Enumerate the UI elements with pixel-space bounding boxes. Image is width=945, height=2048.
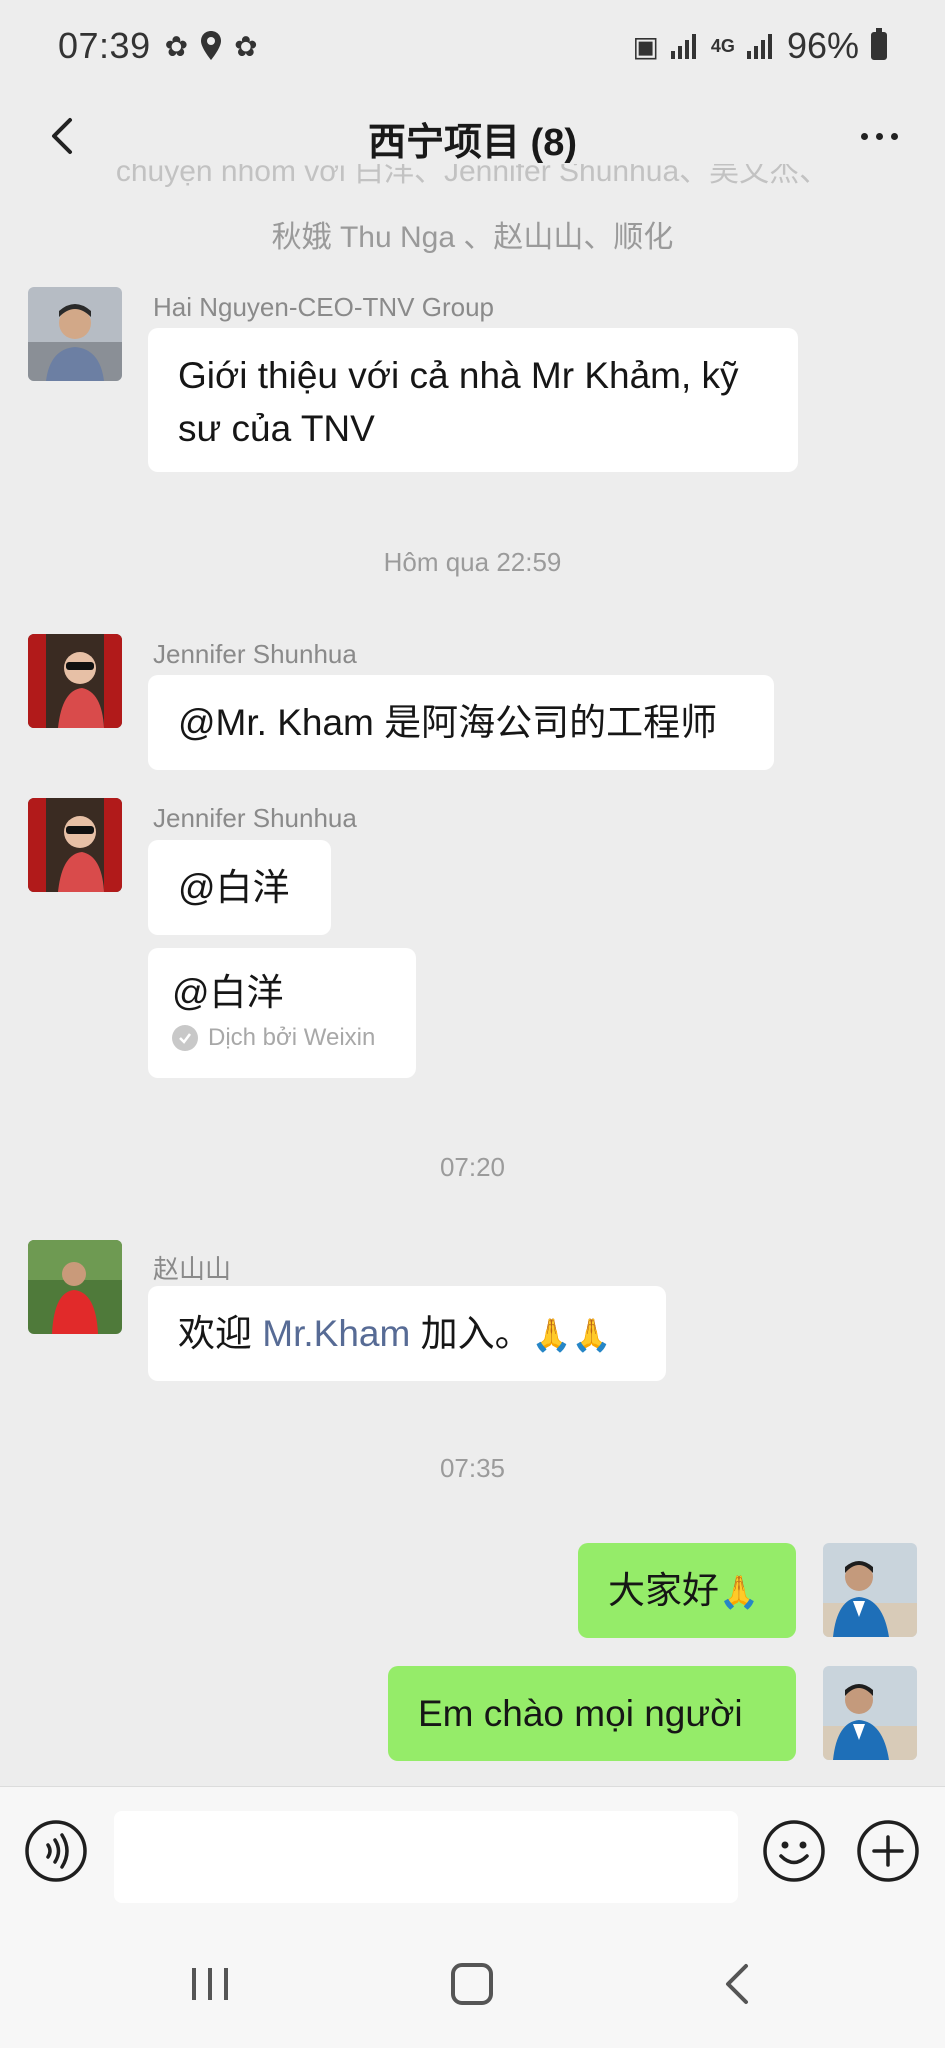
message-text: @Mr. Kham 是阿海公司的工程师 (178, 702, 718, 743)
battery-percent: 96% (786, 25, 859, 66)
message-text: Giới thiệu với cả nhà Mr Khảm, kỹ (178, 355, 739, 396)
message-text: @白洋 (172, 972, 284, 1013)
more-options-button[interactable] (849, 108, 909, 164)
smile-icon (763, 1820, 825, 1882)
chevron-left-icon (52, 118, 72, 154)
avatar-me[interactable] (823, 1543, 917, 1637)
translation-note: Dịch bởi Weixin (172, 1023, 392, 1053)
sender-name: Jennifer Shunhua (153, 803, 357, 833)
home-button[interactable] (442, 1954, 502, 2014)
home-icon (451, 1963, 493, 2005)
recent-apps-icon (192, 1968, 228, 2000)
my-message-bubble[interactable]: 大家好🙏 (578, 1543, 796, 1638)
message-input[interactable] (114, 1811, 738, 1903)
plus-circle-icon (857, 1820, 919, 1882)
network-type-label: 4G (710, 36, 735, 56)
check-circle-icon (172, 1025, 198, 1051)
sender-name: 赵山山 (153, 1254, 232, 1284)
dot (860, 132, 868, 140)
message-bubble[interactable]: @Mr. Kham 是阿海公司的工程师 (148, 675, 774, 770)
system-note-clipped: chuyện nhóm với 白洋、Jennifer Shunhua、吴文杰、 (115, 164, 830, 188)
timestamp: 07:20 (439, 1152, 506, 1182)
message-text: 欢迎 (178, 1313, 263, 1354)
message-bubble[interactable]: 欢迎 Mr.Kham 加入。🙏🙏 (148, 1286, 666, 1381)
sender-name: Jennifer Shunhua (153, 639, 357, 669)
folded-hands-icon: 🙏🙏 (531, 1317, 612, 1353)
message-text: 大家好 (608, 1570, 719, 1611)
message-text: Em chào mọi người (418, 1693, 743, 1734)
system-back-button[interactable] (708, 1954, 768, 2014)
back-button[interactable] (36, 108, 92, 164)
avatar-jennifer[interactable] (28, 634, 122, 728)
flower-icon: ✿ (234, 30, 258, 62)
dot (875, 132, 883, 140)
dot (890, 132, 898, 140)
signal-icon (746, 34, 772, 59)
message-text: sư của TNV (178, 408, 375, 449)
my-message-bubble[interactable]: Em chào mọi người (388, 1666, 796, 1761)
status-bar: 07:39 ✿ ✿ ▣ 4G 96% (0, 0, 945, 92)
battery-saver-icon: ▣ (632, 30, 659, 62)
timestamp: 07:35 (439, 1453, 506, 1483)
avatar-jennifer[interactable] (28, 798, 122, 892)
timestamp: Hôm qua 22:59 (383, 547, 562, 577)
system-nav-bar (0, 1918, 945, 2048)
status-time: 07:39 (58, 25, 151, 66)
signal-icon (670, 34, 696, 59)
flower-icon: ✿ (164, 30, 189, 62)
battery-icon (871, 28, 887, 60)
avatar-zhao-shanshan[interactable] (28, 1240, 122, 1334)
message-text: 加入。 (410, 1313, 532, 1354)
voice-input-button[interactable] (24, 1819, 88, 1883)
sender-name: Hai Nguyen-CEO-TNV Group (153, 292, 494, 322)
recent-apps-button[interactable] (180, 1954, 240, 2014)
message-bubble[interactable]: Giới thiệu với cả nhà Mr Khảm, kỹ sư của… (148, 328, 798, 472)
translated-message-bubble[interactable]: @白洋 Dịch bởi Weixin (148, 948, 416, 1078)
message-text: @白洋 (178, 867, 290, 908)
voice-icon (25, 1820, 87, 1882)
folded-hands-icon: 🙏 (719, 1574, 759, 1610)
status-right: ▣ 4G 96% (632, 25, 887, 67)
status-notification-icons: ✿ ✿ (165, 30, 258, 63)
more-functions-button[interactable] (856, 1819, 920, 1883)
input-bar (0, 1786, 945, 1918)
translated-by-label: Dịch bởi Weixin (208, 1024, 376, 1051)
mention-link[interactable]: Mr.Kham (262, 1313, 410, 1354)
chevron-left-icon (726, 1964, 748, 2004)
system-note-members: 秋娥 Thu Nga 、赵山山、顺化 (271, 221, 674, 254)
avatar-me[interactable] (823, 1666, 917, 1760)
location-pin-icon (200, 31, 222, 61)
emoji-button[interactable] (762, 1819, 826, 1883)
page-title: 西宁项目 (8) (367, 121, 577, 164)
avatar-hai-nguyen[interactable] (28, 287, 122, 381)
message-bubble[interactable]: @白洋 (148, 840, 331, 935)
